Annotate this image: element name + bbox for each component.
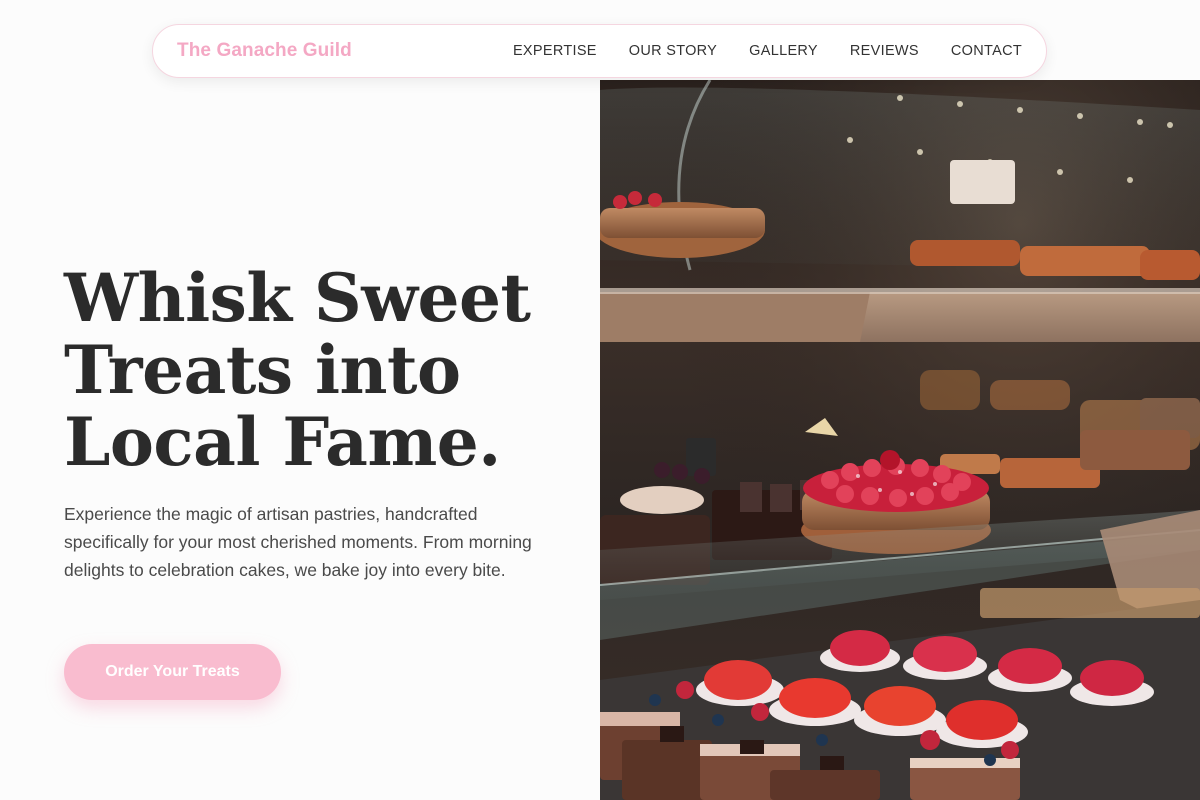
nav-link-our-story[interactable]: OUR STORY xyxy=(629,43,717,59)
hero-title-line-2: Treats into xyxy=(64,331,461,409)
hero-title-line-1: Whisk Sweet xyxy=(64,259,531,337)
hero-description: Experience the magic of artisan pastries… xyxy=(64,504,532,580)
nav-link-expertise[interactable]: EXPERTISE xyxy=(513,43,597,59)
navbar: The Ganache Guild EXPERTISE OUR STORY GA… xyxy=(152,24,1047,78)
nav-link-contact[interactable]: CONTACT xyxy=(951,43,1022,59)
nav-link-reviews[interactable]: REVIEWS xyxy=(850,43,919,59)
nav-links: EXPERTISE OUR STORY GALLERY REVIEWS CONT… xyxy=(513,42,1022,60)
brand-logo[interactable]: The Ganache Guild xyxy=(177,40,352,62)
hero-title: Whisk Sweet Treats into Local Fame. xyxy=(64,262,584,478)
order-treats-button[interactable]: Order Your Treats xyxy=(64,644,281,700)
pastry-display-image xyxy=(600,80,1200,800)
nav-link-gallery[interactable]: GALLERY xyxy=(749,43,818,59)
hero-title-line-3: Local Fame. xyxy=(64,403,501,481)
